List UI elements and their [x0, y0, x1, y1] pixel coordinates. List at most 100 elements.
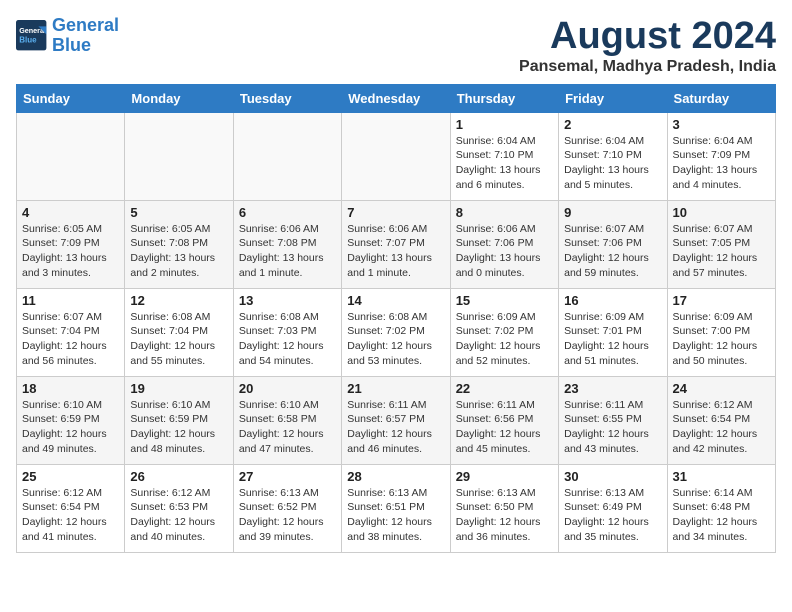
calendar-cell: 12Sunrise: 6:08 AM Sunset: 7:04 PM Dayli…: [125, 288, 233, 376]
day-info: Sunrise: 6:08 AM Sunset: 7:02 PM Dayligh…: [347, 310, 444, 369]
calendar-cell: 2 Sunrise: 6:04 AM Sunset: 7:10 PM Daylig…: [559, 112, 667, 200]
day-info: Sunrise: 6:06 AM Sunset: 7:08 PM Dayligh…: [239, 222, 336, 281]
day-info: Sunrise: 6:05 AM Sunset: 7:09 PM Dayligh…: [22, 222, 119, 281]
weekday-header-monday: Monday: [125, 84, 233, 112]
weekday-header-thursday: Thursday: [450, 84, 558, 112]
day-info: Sunrise: 6:10 AM Sunset: 6:59 PM Dayligh…: [130, 398, 227, 457]
calendar-cell: 26 Sunrise: 6:12 AM Sunset: 6:53 PM Dayli…: [125, 464, 233, 552]
calendar-week-3: 11Sunrise: 6:07 AM Sunset: 7:04 PM Dayli…: [17, 288, 776, 376]
calendar-cell: 5Sunrise: 6:05 AM Sunset: 7:08 PM Daylig…: [125, 200, 233, 288]
calendar-header: SundayMondayTuesdayWednesdayThursdayFrid…: [17, 84, 776, 112]
calendar-cell: 9 Sunrise: 6:07 AM Sunset: 7:06 PM Daylig…: [559, 200, 667, 288]
calendar-cell: 13 Sunrise: 6:08 AM Sunset: 7:03 PM Dayli…: [233, 288, 341, 376]
day-number: 13: [239, 293, 336, 308]
day-number: 23: [564, 381, 661, 396]
day-info: Sunrise: 6:13 AM Sunset: 6:49 PM Dayligh…: [564, 486, 661, 545]
day-number: 4: [22, 205, 119, 220]
logo-icon: General Blue: [16, 20, 48, 52]
calendar-table: SundayMondayTuesdayWednesdayThursdayFrid…: [16, 84, 776, 553]
day-number: 3: [673, 117, 770, 132]
calendar-cell: 18 Sunrise: 6:10 AM Sunset: 6:59 PM Dayli…: [17, 376, 125, 464]
day-info: Sunrise: 6:07 AM Sunset: 7:06 PM Dayligh…: [564, 222, 661, 281]
day-info: Sunrise: 6:13 AM Sunset: 6:50 PM Dayligh…: [456, 486, 553, 545]
day-info: Sunrise: 6:11 AM Sunset: 6:57 PM Dayligh…: [347, 398, 444, 457]
title-block: August 2024 Pansemal, Madhya Pradesh, In…: [519, 16, 776, 76]
page-header: General Blue General Blue August 2024 Pa…: [16, 16, 776, 76]
day-number: 26: [130, 469, 227, 484]
calendar-body: 1Sunrise: 6:04 AM Sunset: 7:10 PM Daylig…: [17, 112, 776, 552]
calendar-cell: 20Sunrise: 6:10 AM Sunset: 6:58 PM Dayli…: [233, 376, 341, 464]
day-number: 10: [673, 205, 770, 220]
calendar-cell: 7Sunrise: 6:06 AM Sunset: 7:07 PM Daylig…: [342, 200, 450, 288]
day-info: Sunrise: 6:04 AM Sunset: 7:10 PM Dayligh…: [456, 134, 553, 193]
calendar-cell: [17, 112, 125, 200]
calendar-cell: 11Sunrise: 6:07 AM Sunset: 7:04 PM Dayli…: [17, 288, 125, 376]
day-number: 28: [347, 469, 444, 484]
day-number: 8: [456, 205, 553, 220]
month-title: August 2024: [519, 16, 776, 58]
day-info: Sunrise: 6:06 AM Sunset: 7:06 PM Dayligh…: [456, 222, 553, 281]
calendar-week-2: 4 Sunrise: 6:05 AM Sunset: 7:09 PM Daylig…: [17, 200, 776, 288]
calendar-cell: 8 Sunrise: 6:06 AM Sunset: 7:06 PM Daylig…: [450, 200, 558, 288]
day-number: 7: [347, 205, 444, 220]
day-info: Sunrise: 6:08 AM Sunset: 7:03 PM Dayligh…: [239, 310, 336, 369]
calendar-cell: 1Sunrise: 6:04 AM Sunset: 7:10 PM Daylig…: [450, 112, 558, 200]
day-number: 15: [456, 293, 553, 308]
calendar-cell: 27Sunrise: 6:13 AM Sunset: 6:52 PM Dayli…: [233, 464, 341, 552]
day-number: 25: [22, 469, 119, 484]
day-number: 11: [22, 293, 119, 308]
day-info: Sunrise: 6:12 AM Sunset: 6:54 PM Dayligh…: [22, 486, 119, 545]
logo: General Blue General Blue: [16, 16, 119, 56]
weekday-header-tuesday: Tuesday: [233, 84, 341, 112]
calendar-cell: 30Sunrise: 6:13 AM Sunset: 6:49 PM Dayli…: [559, 464, 667, 552]
calendar-week-4: 18 Sunrise: 6:10 AM Sunset: 6:59 PM Dayli…: [17, 376, 776, 464]
day-number: 29: [456, 469, 553, 484]
calendar-cell: 15 Sunrise: 6:09 AM Sunset: 7:02 PM Dayli…: [450, 288, 558, 376]
calendar-cell: 17Sunrise: 6:09 AM Sunset: 7:00 PM Dayli…: [667, 288, 775, 376]
calendar-cell: [233, 112, 341, 200]
calendar-week-1: 1Sunrise: 6:04 AM Sunset: 7:10 PM Daylig…: [17, 112, 776, 200]
day-number: 5: [130, 205, 227, 220]
calendar-cell: 31Sunrise: 6:14 AM Sunset: 6:48 PM Dayli…: [667, 464, 775, 552]
day-info: Sunrise: 6:09 AM Sunset: 7:02 PM Dayligh…: [456, 310, 553, 369]
calendar-cell: 22 Sunrise: 6:11 AM Sunset: 6:56 PM Dayli…: [450, 376, 558, 464]
calendar-cell: [342, 112, 450, 200]
day-number: 14: [347, 293, 444, 308]
day-number: 18: [22, 381, 119, 396]
day-number: 9: [564, 205, 661, 220]
day-info: Sunrise: 6:10 AM Sunset: 6:59 PM Dayligh…: [22, 398, 119, 457]
location-title: Pansemal, Madhya Pradesh, India: [519, 58, 776, 76]
day-info: Sunrise: 6:04 AM Sunset: 7:09 PM Dayligh…: [673, 134, 770, 193]
calendar-cell: 19 Sunrise: 6:10 AM Sunset: 6:59 PM Dayli…: [125, 376, 233, 464]
calendar-cell: 23 Sunrise: 6:11 AM Sunset: 6:55 PM Dayli…: [559, 376, 667, 464]
calendar-cell: 4 Sunrise: 6:05 AM Sunset: 7:09 PM Daylig…: [17, 200, 125, 288]
day-info: Sunrise: 6:11 AM Sunset: 6:55 PM Dayligh…: [564, 398, 661, 457]
day-number: 19: [130, 381, 227, 396]
day-number: 31: [673, 469, 770, 484]
weekday-header-saturday: Saturday: [667, 84, 775, 112]
day-info: Sunrise: 6:04 AM Sunset: 7:10 PM Dayligh…: [564, 134, 661, 193]
calendar-cell: 21Sunrise: 6:11 AM Sunset: 6:57 PM Dayli…: [342, 376, 450, 464]
day-number: 2: [564, 117, 661, 132]
calendar-cell: 3 Sunrise: 6:04 AM Sunset: 7:09 PM Daylig…: [667, 112, 775, 200]
day-info: Sunrise: 6:12 AM Sunset: 6:54 PM Dayligh…: [673, 398, 770, 457]
weekday-header-friday: Friday: [559, 84, 667, 112]
calendar-cell: 16Sunrise: 6:09 AM Sunset: 7:01 PM Dayli…: [559, 288, 667, 376]
weekday-row: SundayMondayTuesdayWednesdayThursdayFrid…: [17, 84, 776, 112]
calendar-cell: [125, 112, 233, 200]
day-info: Sunrise: 6:09 AM Sunset: 7:00 PM Dayligh…: [673, 310, 770, 369]
day-number: 20: [239, 381, 336, 396]
day-number: 27: [239, 469, 336, 484]
weekday-header-wednesday: Wednesday: [342, 84, 450, 112]
day-number: 22: [456, 381, 553, 396]
day-info: Sunrise: 6:07 AM Sunset: 7:05 PM Dayligh…: [673, 222, 770, 281]
calendar-cell: 28Sunrise: 6:13 AM Sunset: 6:51 PM Dayli…: [342, 464, 450, 552]
calendar-cell: 6Sunrise: 6:06 AM Sunset: 7:08 PM Daylig…: [233, 200, 341, 288]
calendar-cell: 24 Sunrise: 6:12 AM Sunset: 6:54 PM Dayli…: [667, 376, 775, 464]
day-info: Sunrise: 6:11 AM Sunset: 6:56 PM Dayligh…: [456, 398, 553, 457]
day-info: Sunrise: 6:08 AM Sunset: 7:04 PM Dayligh…: [130, 310, 227, 369]
calendar-cell: 10 Sunrise: 6:07 AM Sunset: 7:05 PM Dayli…: [667, 200, 775, 288]
day-number: 24: [673, 381, 770, 396]
calendar-cell: 14 Sunrise: 6:08 AM Sunset: 7:02 PM Dayli…: [342, 288, 450, 376]
day-info: Sunrise: 6:12 AM Sunset: 6:53 PM Dayligh…: [130, 486, 227, 545]
